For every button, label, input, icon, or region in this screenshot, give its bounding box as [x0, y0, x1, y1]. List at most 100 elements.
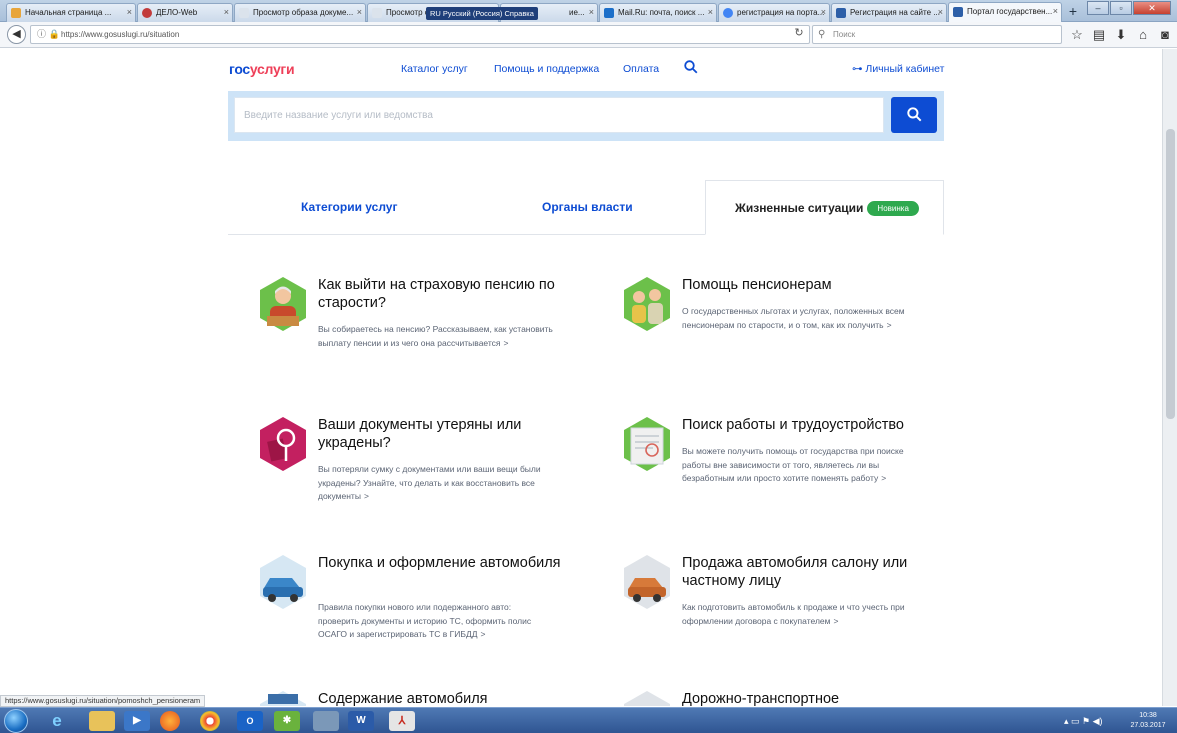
reload-icon[interactable]: ↻ — [790, 25, 808, 42]
tab-favicon-icon — [836, 8, 846, 18]
language-bar[interactable]: RU Русский (Россия) Справка — [426, 7, 538, 20]
tab-favicon-icon — [723, 8, 733, 18]
close-icon[interactable]: × — [357, 4, 362, 21]
status-bar-url: https://www.gosuslugi.ru/situation/pomos… — [0, 695, 206, 707]
browser-tab[interactable]: регистрация на порта... × — [718, 3, 830, 22]
chevron-right-icon[interactable]: > — [833, 616, 838, 626]
minimize-button[interactable]: – — [1087, 1, 1109, 15]
internet-explorer-icon[interactable]: e — [44, 711, 70, 731]
card-title[interactable]: Ваши документы утеряны или украдены? — [318, 416, 578, 452]
situation-card-lost-documents[interactable]: Ваши документы утеряны или украдены? Вы … — [258, 416, 588, 506]
start-button[interactable] — [4, 709, 28, 733]
chevron-right-icon[interactable]: > — [480, 629, 485, 639]
situation-card-pension[interactable]: Как выйти на страховую пенсию по старост… — [258, 276, 588, 366]
outlook-icon[interactable]: O — [237, 711, 263, 731]
browser-tab[interactable]: Просмотр образа докуме... × — [234, 3, 366, 22]
car-purchase-icon — [260, 555, 306, 609]
card-title[interactable]: Содержание автомобиля — [318, 690, 578, 706]
nav-catalog-link[interactable]: Каталог услуг — [401, 63, 468, 75]
card-description-text: Правила покупки нового или подержанного … — [318, 602, 532, 639]
page-scrollbar[interactable] — [1162, 49, 1177, 706]
pocket-icon[interactable]: ◙ — [1156, 25, 1174, 44]
firefox-icon[interactable] — [160, 711, 180, 731]
logo-part-gos: гос — [229, 61, 250, 77]
situation-card-road-accident[interactable]: Дорожно-транспортное — [622, 690, 952, 706]
card-description: Правила покупки нового или подержанного … — [318, 601, 553, 642]
nav-payment-link[interactable]: Оплата — [623, 63, 659, 75]
bookmark-star-icon[interactable]: ☆ — [1068, 25, 1086, 44]
tab-label: регистрация на порта... — [737, 8, 825, 17]
card-description-text: Вы можете получить помощь от государства… — [682, 446, 904, 483]
system-tray[interactable]: ▴ ▭ ⚑ ◀) — [1064, 711, 1120, 731]
personal-account-link[interactable]: ⊶ Личный кабинет — [852, 63, 944, 75]
word-icon[interactable]: W — [348, 711, 374, 731]
service-search-box: Введите название услуги или ведомства — [228, 91, 944, 141]
key-icon: ⊶ — [852, 63, 863, 75]
chrome-icon[interactable] — [200, 711, 220, 731]
pdf-reader-icon[interactable]: ⅄ — [389, 711, 415, 731]
chevron-right-icon[interactable]: > — [887, 320, 892, 330]
clock[interactable]: 10:38 27.03.2017 — [1122, 711, 1174, 731]
home-icon[interactable]: ⌂ — [1134, 25, 1152, 44]
tab-authorities[interactable]: Органы власти — [542, 180, 633, 235]
reading-list-icon[interactable]: ▤ — [1090, 25, 1108, 44]
maximize-button[interactable]: ▫ — [1110, 1, 1132, 15]
browser-tab[interactable]: Регистрация на сайте ... × — [831, 3, 947, 22]
browser-tab[interactable]: Начальная страница ... × — [6, 3, 136, 22]
browser-tab[interactable]: ДЕЛО-Web × — [137, 3, 233, 22]
address-bar[interactable]: ⓘ 🔒 https://www.gosuslugi.ru/situation — [30, 25, 810, 44]
tab-favicon-icon — [239, 8, 249, 18]
browser-search-field[interactable]: ⚲ Поиск — [812, 25, 1062, 44]
close-icon[interactable]: × — [821, 4, 826, 21]
new-tab-button[interactable]: + — [1064, 3, 1082, 20]
media-player-icon[interactable]: ▶ — [124, 711, 150, 731]
file-explorer-icon[interactable] — [89, 711, 115, 731]
chevron-right-icon[interactable]: > — [504, 338, 509, 348]
close-icon[interactable]: × — [938, 4, 943, 21]
situation-card-buy-car[interactable]: Покупка и оформление автомобиля Правила … — [258, 554, 588, 644]
situation-card-sell-car[interactable]: Продажа автомобиля салону или частному л… — [622, 554, 952, 644]
chevron-right-icon[interactable]: > — [881, 473, 886, 483]
card-title[interactable]: Как выйти на страховую пенсию по старост… — [318, 276, 578, 312]
situation-card-job-search[interactable]: Поиск работы и трудоустройство Вы можете… — [622, 416, 952, 516]
new-badge: Новинка — [867, 201, 919, 216]
header-search-icon[interactable] — [684, 60, 698, 77]
nav-help-link[interactable]: Помощь и поддержка — [494, 63, 599, 75]
browser-tab-strip: Начальная страница ... × ДЕЛО-Web × Просмо… — [0, 0, 1177, 23]
tab-label: Просмотр образа докуме... — [253, 8, 354, 17]
remote-desktop-icon[interactable] — [313, 711, 339, 731]
close-icon[interactable]: × — [127, 4, 132, 21]
car-maintenance-icon — [260, 691, 306, 706]
search-icon: ⚲ — [818, 29, 826, 40]
pensioner-couple-icon — [624, 277, 670, 331]
browser-tab[interactable]: Mail.Ru: почта, поиск ... × — [599, 3, 717, 22]
chevron-right-icon[interactable]: > — [364, 491, 369, 501]
close-icon[interactable]: × — [224, 4, 229, 21]
lock-icon: ⓘ 🔒 — [37, 29, 60, 39]
card-title[interactable]: Помощь пенсионерам — [682, 276, 942, 294]
scrollbar-thumb[interactable] — [1166, 129, 1175, 419]
service-search-button[interactable] — [891, 97, 937, 133]
service-search-input[interactable]: Введите название услуги или ведомства — [234, 97, 884, 133]
card-description: Вы собираетесь на пенсию? Рассказываем, … — [318, 323, 553, 350]
close-icon[interactable]: × — [708, 4, 713, 21]
situation-card-car-maintenance[interactable]: Содержание автомобиля — [258, 690, 588, 706]
situation-card-pensioner-help[interactable]: Помощь пенсионерам О государственных льг… — [622, 276, 952, 366]
card-title[interactable]: Продажа автомобиля салону или частному л… — [682, 554, 942, 590]
app-icon[interactable]: ✱ — [274, 711, 300, 731]
download-icon[interactable]: ⬇ — [1112, 25, 1130, 44]
browser-tab-active[interactable]: Портал государствен... × — [948, 2, 1062, 23]
site-logo[interactable]: госуслуги — [229, 61, 295, 77]
close-icon[interactable]: × — [589, 4, 594, 21]
tab-life-situations[interactable]: Жизненные ситуации Новинка — [705, 180, 944, 235]
clock-time: 10:38 — [1139, 712, 1157, 719]
close-icon[interactable]: × — [1053, 3, 1058, 20]
tab-label: ие... — [569, 8, 585, 17]
catalog-tabs: Категории услуг Органы власти Жизненные … — [228, 180, 944, 235]
tab-categories[interactable]: Категории услуг — [301, 180, 397, 235]
window-close-button[interactable]: ✕ — [1133, 1, 1171, 15]
card-title[interactable]: Дорожно-транспортное — [682, 690, 942, 706]
back-button[interactable]: ◀ — [7, 25, 26, 44]
card-title[interactable]: Поиск работы и трудоустройство — [682, 416, 942, 434]
card-title[interactable]: Покупка и оформление автомобиля — [318, 554, 578, 572]
